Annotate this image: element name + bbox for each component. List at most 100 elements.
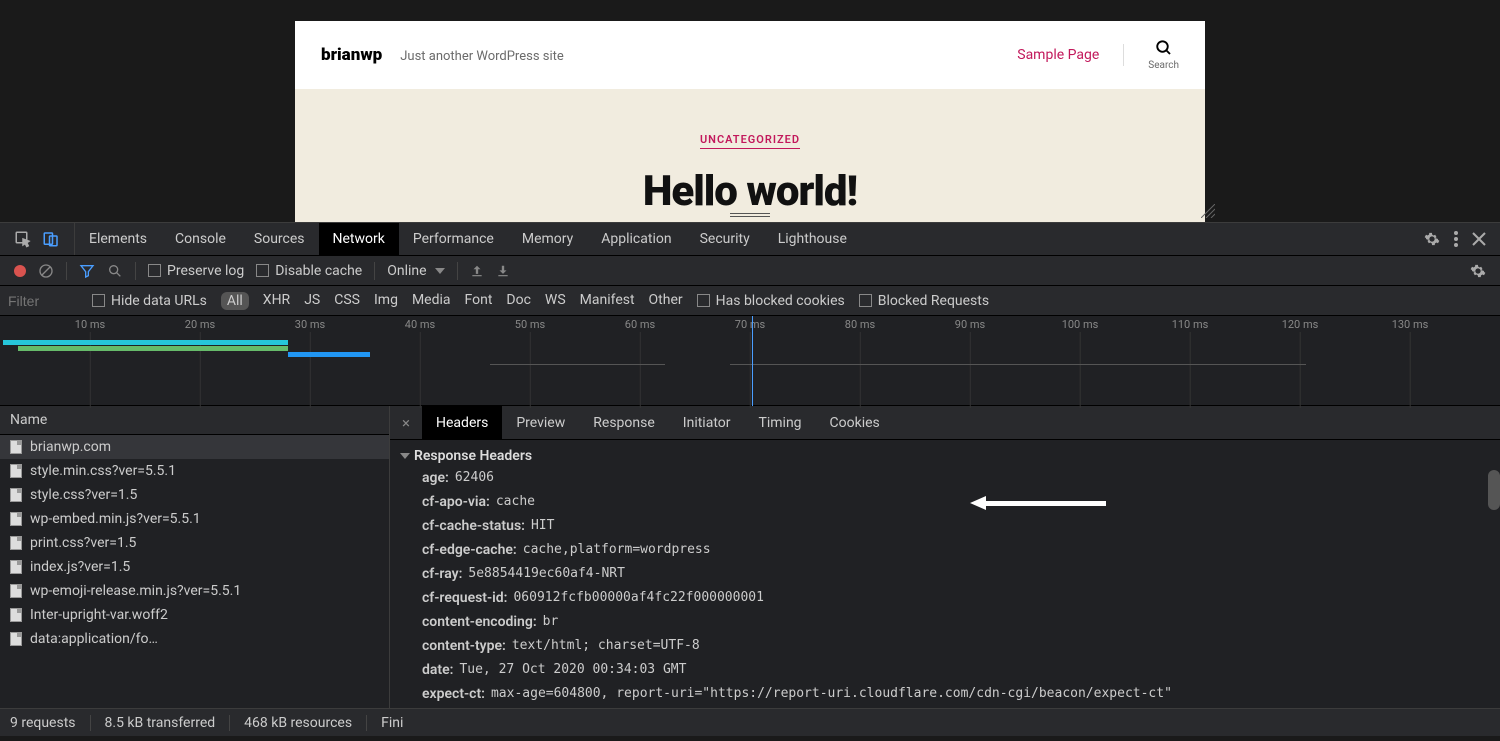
request-row[interactable]: brianwp.com — [0, 435, 389, 459]
filter-type-media[interactable]: Media — [412, 292, 451, 310]
close-detail-icon[interactable]: × — [390, 414, 422, 432]
response-headers-section[interactable]: Response Headers — [390, 446, 1500, 466]
detail-tab-cookies[interactable]: Cookies — [816, 406, 894, 439]
disable-cache-checkbox[interactable]: Disable cache — [256, 263, 362, 279]
search-button[interactable]: Search — [1148, 39, 1179, 71]
close-devtools-icon[interactable] — [1472, 232, 1486, 246]
timeline-tick: 120 ms — [1282, 318, 1319, 331]
preserve-log-checkbox[interactable]: Preserve log — [148, 263, 244, 279]
request-row[interactable]: index.js?ver=1.5 — [0, 555, 389, 579]
search-network-icon[interactable] — [107, 263, 123, 279]
timeline-tick: 90 ms — [955, 318, 985, 331]
detail-tab-headers[interactable]: Headers — [422, 406, 502, 439]
post-category[interactable]: UNCATEGORIZED — [700, 133, 800, 149]
request-row[interactable]: print.css?ver=1.5 — [0, 531, 389, 555]
header-key: cf-ray: — [422, 566, 462, 582]
tab-lighthouse[interactable]: Lighthouse — [764, 223, 861, 255]
triangle-expanded-icon — [400, 453, 410, 459]
detail-tab-initiator[interactable]: Initiator — [669, 406, 745, 439]
tab-elements[interactable]: Elements — [75, 223, 161, 255]
filter-type-img[interactable]: Img — [374, 292, 398, 310]
sample-page-link[interactable]: Sample Page — [1017, 47, 1099, 63]
file-icon — [10, 608, 22, 622]
header-value: text/html; charset=UTF-8 — [512, 638, 700, 654]
header-key: age: — [422, 470, 449, 486]
request-list-header[interactable]: Name — [0, 406, 389, 435]
hide-data-urls-checkbox[interactable]: Hide data URLs — [92, 293, 207, 309]
request-name: print.css?ver=1.5 — [30, 535, 136, 551]
filter-type-doc[interactable]: Doc — [506, 292, 531, 310]
file-icon — [10, 440, 22, 454]
download-har-icon[interactable] — [496, 264, 510, 278]
site-title[interactable]: brianwp — [321, 45, 382, 65]
request-detail: × HeadersPreviewResponseInitiatorTimingC… — [390, 406, 1500, 708]
tab-performance[interactable]: Performance — [399, 223, 508, 255]
request-row[interactable]: wp-embed.min.js?ver=5.5.1 — [0, 507, 389, 531]
tab-network[interactable]: Network — [319, 223, 399, 255]
detail-tab-timing[interactable]: Timing — [745, 406, 816, 439]
request-row[interactable]: style.min.css?ver=5.5.1 — [0, 459, 389, 483]
filter-bar: Hide data URLs All XHR JS CSS Img Media Font Do… — [0, 286, 1500, 316]
more-icon[interactable] — [1454, 231, 1458, 247]
filter-type-font[interactable]: Font — [465, 292, 493, 310]
device-toolbar-icon[interactable] — [42, 230, 60, 248]
tab-console[interactable]: Console — [161, 223, 240, 255]
filter-type-xhr[interactable]: XHR — [263, 292, 290, 310]
tab-application[interactable]: Application — [587, 223, 685, 255]
filter-input[interactable] — [8, 293, 78, 309]
header-value: cache,platform=wordpress — [523, 542, 711, 558]
request-row[interactable]: data:application/fo… — [0, 627, 389, 651]
throttling-select[interactable]: Online — [387, 263, 444, 279]
settings-icon[interactable] — [1424, 231, 1440, 247]
request-row[interactable]: Inter-upright-var.woff2 — [0, 603, 389, 627]
request-row[interactable]: style.css?ver=1.5 — [0, 483, 389, 507]
filter-type-all[interactable]: All — [221, 292, 249, 310]
clear-icon[interactable] — [38, 263, 54, 279]
preview-site: brianwp Just another WordPress site Samp… — [295, 21, 1205, 222]
tab-sources[interactable]: Sources — [240, 223, 319, 255]
upload-har-icon[interactable] — [470, 264, 484, 278]
network-settings-icon[interactable] — [1470, 263, 1486, 279]
tab-security[interactable]: Security — [686, 223, 764, 255]
filter-type-other[interactable]: Other — [649, 292, 683, 310]
filter-toggle-icon[interactable] — [79, 263, 95, 279]
header-value: HIT — [531, 518, 554, 534]
detail-tab-preview[interactable]: Preview — [502, 406, 579, 439]
status-transferred: 8.5 kB transferred — [105, 715, 216, 731]
tab-memory[interactable]: Memory — [508, 223, 587, 255]
timeline-tick: 60 ms — [625, 318, 655, 331]
devtools-drag-handle[interactable] — [730, 213, 770, 218]
response-header-row: cf-cache-status:HIT — [390, 514, 1500, 538]
network-split: Name brianwp.com style.min.css?ver=5.5.1 s… — [0, 406, 1500, 708]
request-name: style.min.css?ver=5.5.1 — [30, 463, 176, 479]
header-value: cache — [496, 494, 535, 510]
inspect-element-icon[interactable] — [14, 230, 32, 248]
corner-resize-handle[interactable] — [1201, 204, 1215, 218]
post-title[interactable]: Hello world! — [295, 167, 1205, 216]
scrollbar[interactable] — [1488, 470, 1500, 510]
timeline-tick: 130 ms — [1392, 318, 1429, 331]
request-name: Inter-upright-var.woff2 — [30, 607, 168, 623]
network-timeline[interactable]: 10 ms20 ms30 ms40 ms50 ms60 ms70 ms80 ms… — [0, 316, 1500, 406]
filter-type-manifest[interactable]: Manifest — [580, 292, 635, 310]
page-preview-pane: brianwp Just another WordPress site Samp… — [0, 0, 1500, 222]
network-toolbar: Preserve log Disable cache Online — [0, 256, 1500, 286]
filter-type-js[interactable]: JS — [304, 292, 320, 310]
blocked-cookies-checkbox[interactable]: Has blocked cookies — [697, 293, 845, 309]
header-value: Tue, 27 Oct 2020 00:34:03 GMT — [459, 662, 686, 678]
detail-tabs: × HeadersPreviewResponseInitiatorTimingC… — [390, 406, 1500, 440]
filter-type-css[interactable]: CSS — [334, 292, 360, 310]
header-key: cf-edge-cache: — [422, 542, 517, 558]
site-header: brianwp Just another WordPress site Samp… — [295, 21, 1205, 89]
status-resources: 468 kB resources — [244, 715, 352, 731]
header-key: content-type: — [422, 638, 506, 654]
filter-type-ws[interactable]: WS — [545, 292, 566, 310]
request-name: brianwp.com — [30, 439, 111, 455]
header-value: br — [543, 614, 559, 630]
request-row[interactable]: wp-emoji-release.min.js?ver=5.5.1 — [0, 579, 389, 603]
file-icon — [10, 560, 22, 574]
detail-tab-response[interactable]: Response — [579, 406, 669, 439]
record-button[interactable] — [14, 265, 26, 277]
timeline-tick: 80 ms — [845, 318, 875, 331]
blocked-requests-checkbox[interactable]: Blocked Requests — [859, 293, 989, 309]
